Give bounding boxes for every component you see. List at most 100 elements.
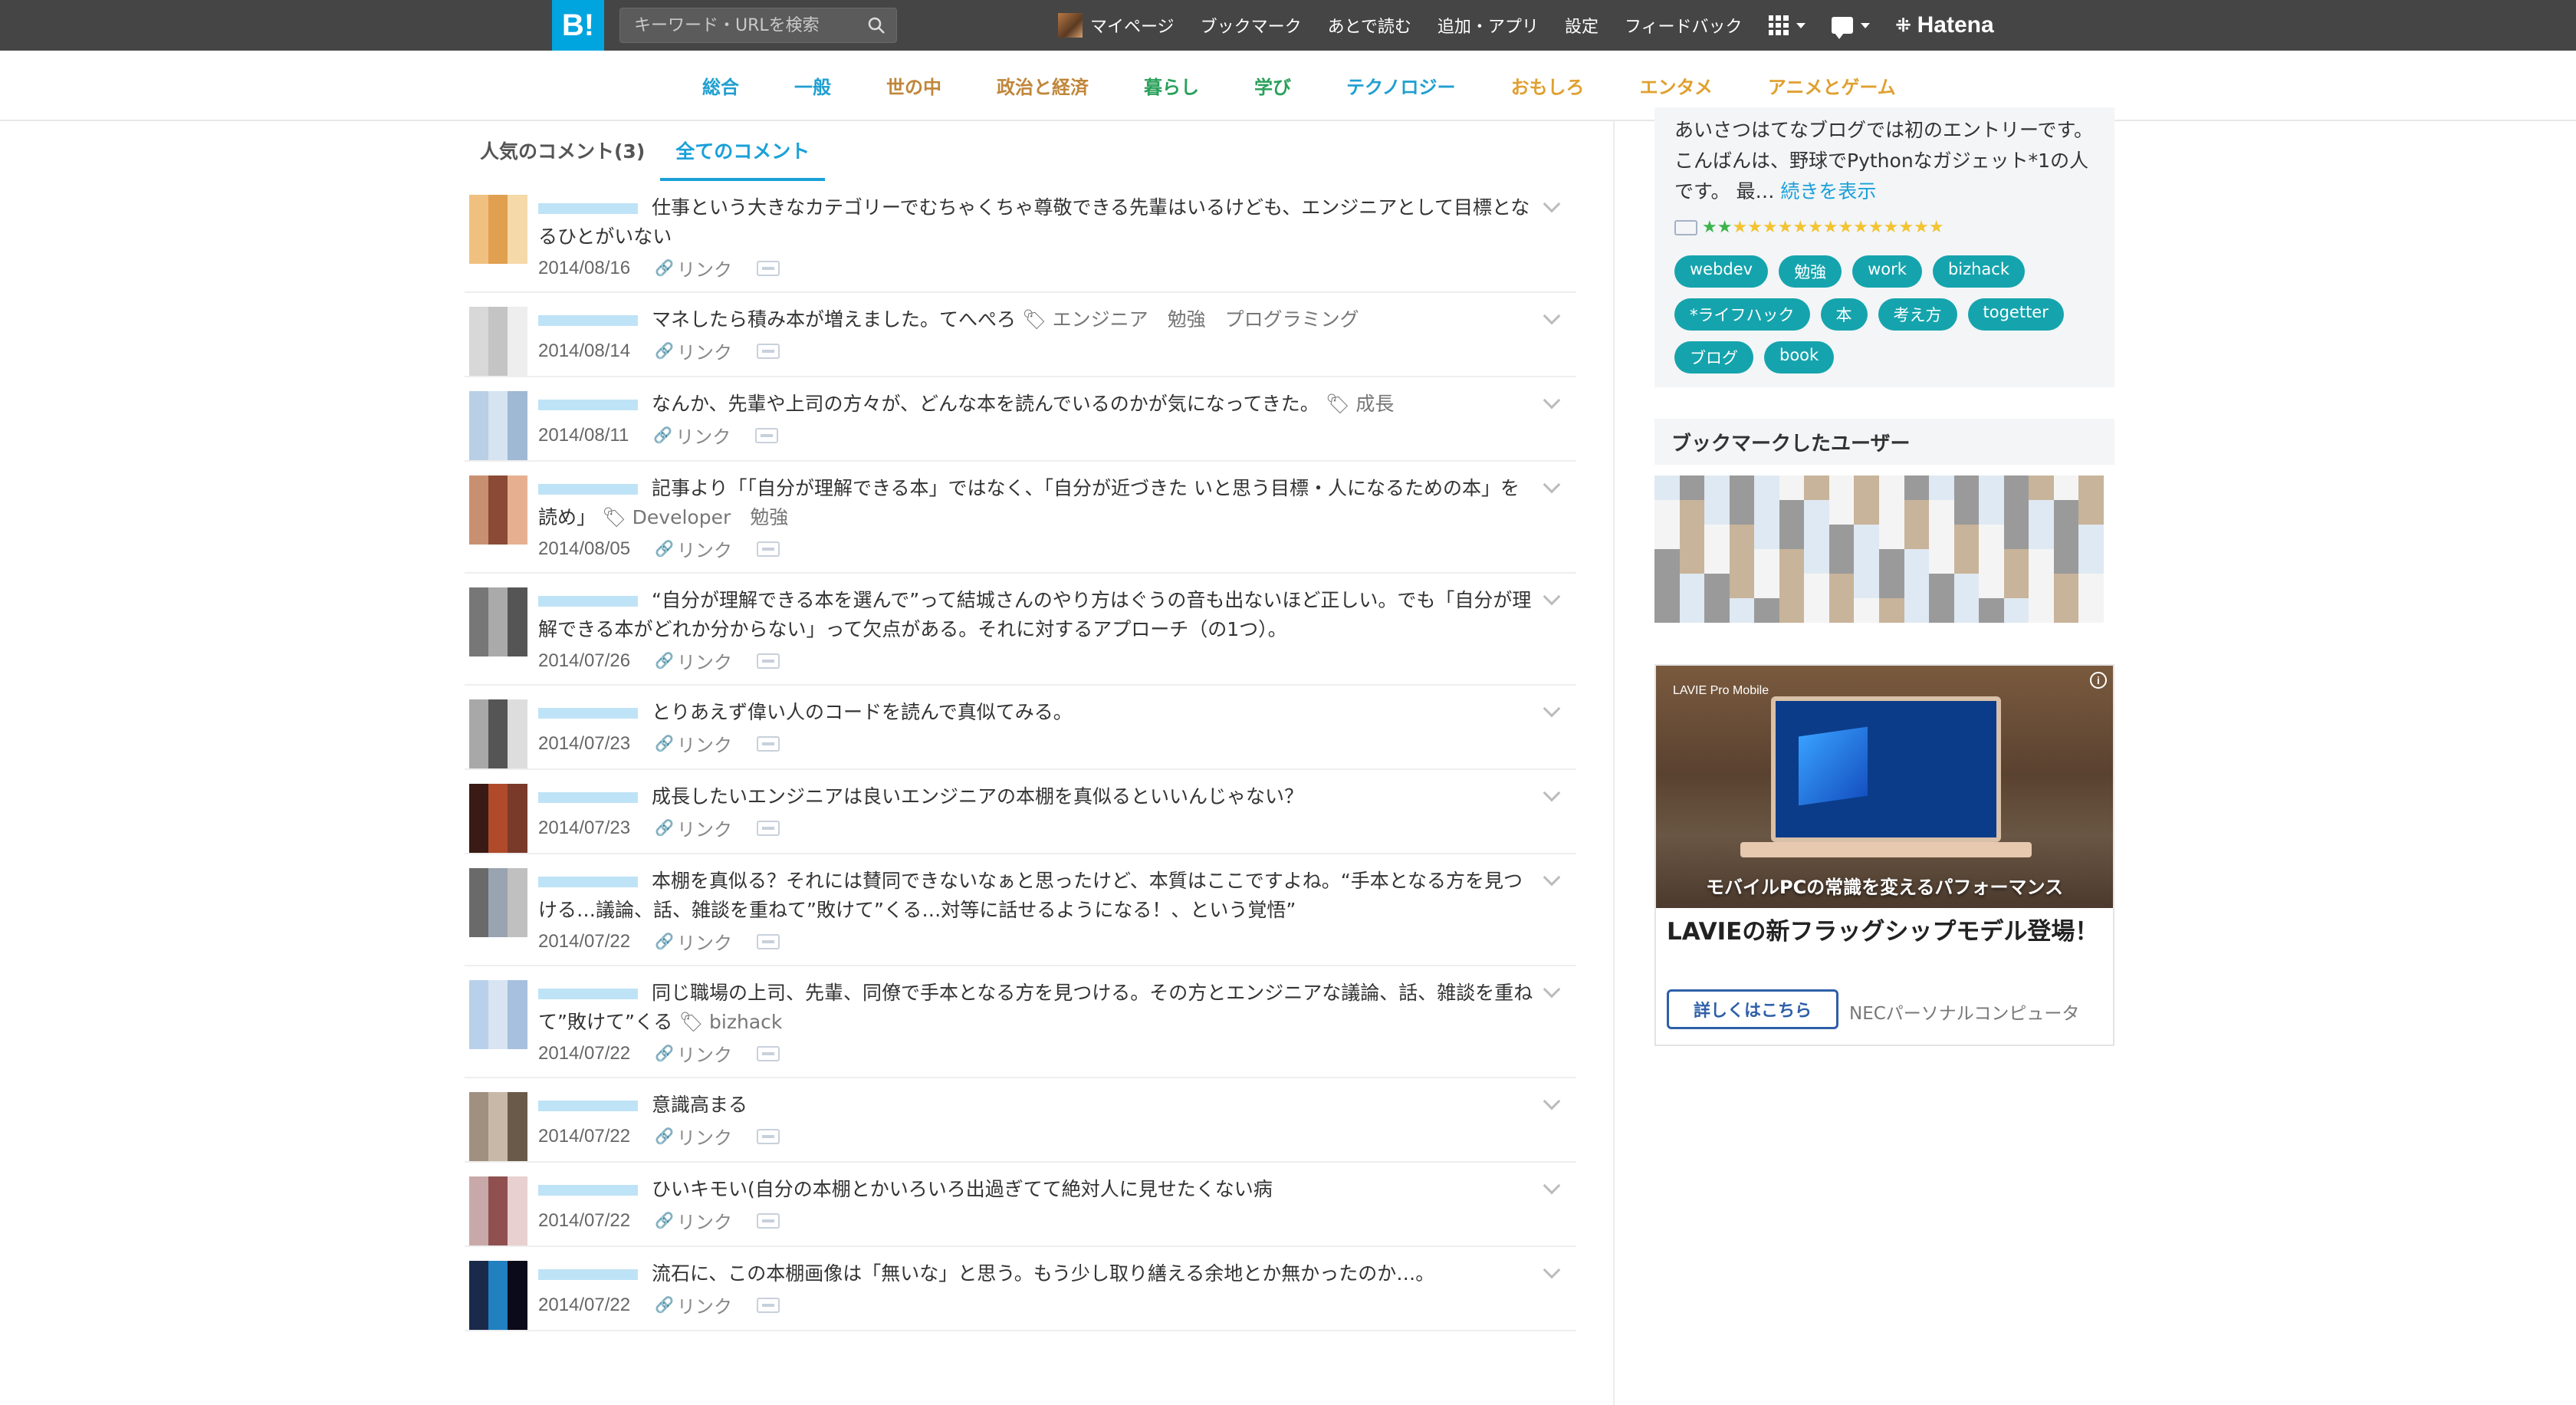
category-tab[interactable]: 一般 xyxy=(794,72,831,99)
comment-tags[interactable]: 🏷 成長 xyxy=(1326,393,1395,415)
user-name[interactable] xyxy=(538,708,638,719)
chevron-down-icon[interactable] xyxy=(1543,1092,1561,1111)
permalink[interactable]: 🔗 リンク xyxy=(653,422,731,449)
bookmarked-user-avatar[interactable] xyxy=(1779,475,1805,500)
bookmarked-user-avatar[interactable] xyxy=(2053,475,2079,500)
read-later-link[interactable]: あとで読む xyxy=(1328,13,1411,38)
bookmarked-user-avatar[interactable] xyxy=(1754,525,1779,549)
category-tab[interactable]: 世の中 xyxy=(886,72,941,99)
hatena-bookmark-logo[interactable]: B! xyxy=(552,0,604,51)
bookmarked-user-avatar[interactable] xyxy=(2029,525,2054,549)
user-name[interactable] xyxy=(538,203,638,214)
bookmarked-user-avatar[interactable] xyxy=(1729,475,1755,500)
bookmarked-user-avatar[interactable] xyxy=(1729,598,1755,623)
bookmarked-user-avatar[interactable] xyxy=(2003,549,2029,574)
bookmarked-user-avatar[interactable] xyxy=(1679,500,1705,525)
comment-date[interactable]: 2014/07/22 xyxy=(538,931,630,953)
ad-title[interactable]: LAVIEの新フラッグシップモデル登場！ xyxy=(1667,917,2104,946)
bookmarked-user-avatar[interactable] xyxy=(1904,549,1930,574)
user-name[interactable] xyxy=(538,989,638,999)
bookmarked-user-avatar[interactable] xyxy=(1953,525,1980,549)
bookmarked-user-avatar[interactable] xyxy=(1829,598,1855,623)
user-name[interactable] xyxy=(538,1101,638,1111)
add-star-icon[interactable] xyxy=(757,735,780,752)
bookmarked-user-avatar[interactable] xyxy=(1704,574,1730,598)
user-name[interactable] xyxy=(538,484,638,495)
bookmarked-user-avatar[interactable] xyxy=(1804,549,1829,574)
bookmarked-user-avatar[interactable] xyxy=(1979,549,2004,574)
user-avatar[interactable] xyxy=(469,1176,527,1245)
comment-tags[interactable]: 🏷 エンジニア 勉強 プログラミング xyxy=(1022,308,1359,331)
comment-date[interactable]: 2014/07/22 xyxy=(538,1295,630,1316)
show-more-link[interactable]: 続きを表示 xyxy=(1780,180,1876,202)
bookmarked-user-avatar[interactable] xyxy=(1854,500,1879,525)
ad-image[interactable]: LAVIE Pro Mobile モバイルPCの常識を変えるパフォーマンス i xyxy=(1656,666,2113,908)
bookmarked-user-avatar[interactable] xyxy=(1953,549,1980,574)
comment-date[interactable]: 2014/08/14 xyxy=(538,341,630,362)
category-tab[interactable]: 政治と経済 xyxy=(997,72,1089,99)
permalink[interactable]: 🔗 リンク xyxy=(655,730,732,757)
user-avatar[interactable] xyxy=(469,784,527,853)
comment-tags[interactable]: 🏷 Developer 勉強 xyxy=(602,506,788,528)
bookmarked-user-avatar[interactable] xyxy=(1754,475,1779,500)
category-tab[interactable]: テクノロジー xyxy=(1346,72,1456,99)
bookmarked-user-avatar[interactable] xyxy=(1854,574,1879,598)
chevron-down-icon[interactable] xyxy=(1543,980,1561,999)
bookmarked-user-avatar[interactable] xyxy=(1779,598,1805,623)
bookmarked-user-avatar[interactable] xyxy=(1979,574,2004,598)
bookmarked-user-avatar[interactable] xyxy=(1779,574,1805,598)
mypage-link[interactable]: マイページ xyxy=(1058,13,1175,38)
add-star-icon[interactable] xyxy=(1674,219,1697,235)
bookmarked-user-avatar[interactable] xyxy=(1879,598,1904,623)
bookmarked-user-avatar[interactable] xyxy=(2029,549,2054,574)
add-star-icon[interactable] xyxy=(757,933,780,949)
bookmarked-user-avatar[interactable] xyxy=(1804,574,1829,598)
bookmarked-user-avatar[interactable] xyxy=(2078,525,2104,549)
settings-link[interactable]: 設定 xyxy=(1565,13,1598,38)
bookmarked-user-avatar[interactable] xyxy=(1929,598,1954,623)
permalink[interactable]: 🔗 リンク xyxy=(655,814,732,841)
category-tab[interactable]: おもしろ xyxy=(1511,72,1585,99)
bookmarked-user-avatar[interactable] xyxy=(1704,525,1730,549)
bookmarked-user-avatar[interactable] xyxy=(1854,475,1879,500)
chevron-down-icon[interactable] xyxy=(1543,1176,1561,1195)
bookmarked-user-avatar[interactable] xyxy=(1704,500,1730,525)
bookmarked-user-avatar[interactable] xyxy=(1704,598,1730,623)
category-tab[interactable]: 学び xyxy=(1254,72,1291,99)
ad-info-icon[interactable]: i xyxy=(2090,672,2107,689)
bookmarked-user-avatar[interactable] xyxy=(1754,549,1779,574)
chevron-down-icon[interactable] xyxy=(1543,1261,1561,1279)
bookmarked-user-avatar[interactable] xyxy=(2053,500,2079,525)
user-avatar[interactable] xyxy=(469,587,527,656)
bookmarked-user-avatar[interactable] xyxy=(1804,475,1829,500)
permalink[interactable]: 🔗 リンク xyxy=(655,1207,732,1234)
add-star-icon[interactable] xyxy=(757,1045,780,1061)
chevron-down-icon[interactable] xyxy=(1543,475,1561,494)
bookmarked-user-avatar[interactable] xyxy=(1679,598,1705,623)
bookmarked-user-avatar[interactable] xyxy=(1754,574,1779,598)
user-avatar[interactable] xyxy=(469,391,527,460)
bookmarked-user-avatar[interactable] xyxy=(1904,598,1930,623)
bookmarked-user-avatar[interactable] xyxy=(1979,475,2004,500)
comment-date[interactable]: 2014/07/23 xyxy=(538,733,630,755)
bookmarked-user-avatar[interactable] xyxy=(1804,525,1829,549)
bookmarked-user-avatar[interactable] xyxy=(1654,500,1680,525)
add-star-icon[interactable] xyxy=(757,1297,780,1313)
bookmarked-user-avatar[interactable] xyxy=(1904,574,1930,598)
add-star-icon[interactable] xyxy=(757,260,780,276)
user-name[interactable] xyxy=(538,1269,638,1280)
bookmarked-user-avatar[interactable] xyxy=(1904,525,1930,549)
ad-details-button[interactable]: 詳しくはこちら xyxy=(1667,989,1838,1029)
user-avatar[interactable] xyxy=(469,307,527,376)
user-avatar[interactable] xyxy=(469,1092,527,1161)
bookmark-link[interactable]: ブックマーク xyxy=(1201,13,1302,38)
bookmarked-user-avatar[interactable] xyxy=(1979,525,2004,549)
user-avatar[interactable] xyxy=(469,1261,527,1330)
bookmarked-user-avatar[interactable] xyxy=(1854,525,1879,549)
user-name[interactable] xyxy=(538,1185,638,1196)
bookmarked-user-avatar[interactable] xyxy=(2078,598,2104,623)
tag-pill[interactable]: ブログ xyxy=(1674,341,1753,373)
bookmarked-user-avatar[interactable] xyxy=(2053,549,2079,574)
bookmarked-user-avatar[interactable] xyxy=(1929,574,1954,598)
bookmarked-user-avatar[interactable] xyxy=(1779,500,1805,525)
